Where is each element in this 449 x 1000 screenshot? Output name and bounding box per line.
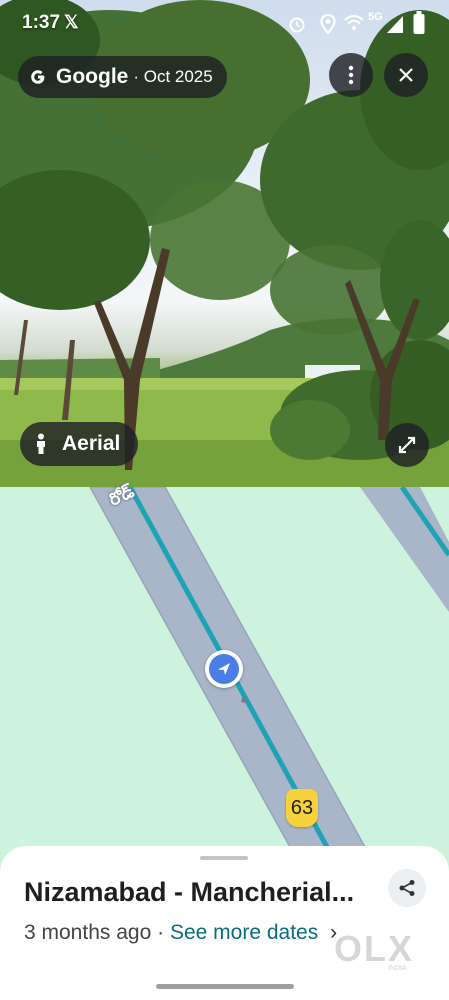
home-indicator[interactable] [156,984,294,989]
imagery-date-chip[interactable]: Google · Oct 2025 [18,56,227,98]
olx-watermark-region: INDIA [388,965,407,972]
route-shield: 63 [286,789,318,827]
close-button[interactable] [384,53,428,97]
google-brand: Google [56,65,129,88]
more-options-button[interactable] [329,53,373,97]
imagery-age: 3 months ago [24,921,152,944]
heading-icon [209,654,239,684]
share-icon [399,880,415,896]
pegman-icon [34,433,48,455]
x-logo-icon: 𝕏 [64,12,79,32]
battery-icon [413,11,425,40]
google-g-icon [28,67,48,87]
network-type: 5G [368,11,383,23]
aerial-label: Aerial [62,432,121,455]
expand-icon [398,436,416,454]
imagery-age-row: 3 months ago · See more dates › [24,921,337,945]
imagery-date: · Oct 2025 [133,67,213,86]
alarm-icon [288,15,306,38]
current-position-marker[interactable] [205,650,243,688]
signal-icon [386,14,404,39]
separator-dot: · [157,921,165,944]
share-button[interactable] [388,869,426,907]
aerial-view-button[interactable]: Aerial [20,422,139,466]
drag-handle[interactable] [200,856,248,860]
see-more-dates-link[interactable]: See more dates [170,921,318,944]
more-vert-icon [348,65,354,85]
place-title: Nizamabad - Mancherial... [24,877,355,907]
close-icon [399,68,413,82]
location-icon [320,13,336,39]
olx-watermark-logo: OLX [334,928,415,969]
status-time: 1:37 [22,12,61,33]
expand-button[interactable] [385,423,429,467]
wifi-icon [344,14,364,37]
